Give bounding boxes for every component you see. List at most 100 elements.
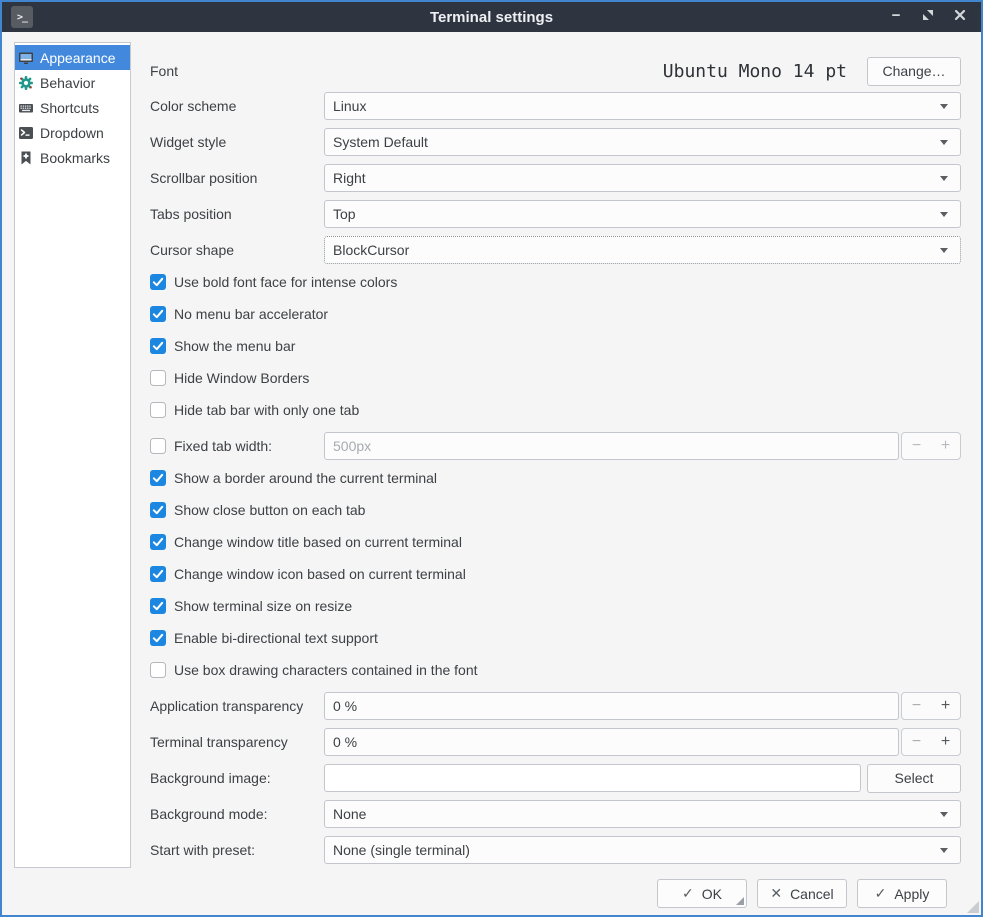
checkbox-label: Use bold font face for intense colors (174, 274, 397, 290)
use-box-drawing-characters-contained-in-the-font-checkbox-row[interactable]: Use box drawing characters contained in … (142, 660, 961, 680)
sidebar-item-label: Appearance (40, 50, 116, 66)
terminal-transparency-spinbox-field[interactable]: 0 % (324, 728, 899, 756)
fixed-tab-width-checkbox[interactable]: Fixed tab width: (150, 438, 324, 454)
checkbox-label: No menu bar accelerator (174, 306, 328, 322)
application-transparency-spinbox-field[interactable]: 0 % (324, 692, 899, 720)
select-background-image-button[interactable]: Select (867, 764, 961, 793)
cursor-shape-combobox[interactable]: BlockCursor (324, 236, 961, 264)
button-label: OK (702, 886, 722, 902)
sidebar-item-label: Behavior (40, 75, 95, 91)
display-icon (18, 50, 34, 66)
spin-increment-button[interactable]: + (931, 693, 960, 719)
change-window-title-based-on-current-terminal-checkbox-row[interactable]: Change window title based on current ter… (142, 532, 961, 552)
change-window-icon-based-on-current-terminal-checkbox-row[interactable]: Change window icon based on current term… (142, 564, 961, 584)
close-icon (954, 8, 966, 26)
combobox-value: Right (333, 170, 366, 186)
show-a-border-around-the-current-terminal-checkbox-row[interactable]: Show a border around the current termina… (142, 468, 961, 488)
sidebar-item-shortcuts[interactable]: Shortcuts (15, 95, 130, 120)
fixed-tab-width-spinbox-field[interactable]: 500px (324, 432, 899, 460)
show-terminal-size-on-resize-checkbox-row[interactable]: Show terminal size on resize (142, 596, 961, 616)
spin-increment-button[interactable]: + (931, 433, 960, 459)
checkbox-label: Enable bi-directional text support (174, 630, 378, 646)
color-scheme-row: Color scheme Linux (142, 92, 961, 120)
color-scheme-label: Color scheme (150, 98, 324, 114)
checkbox-checked-icon (150, 470, 166, 486)
fixed-tab-width-row: Fixed tab width:500px−+ (142, 432, 961, 460)
sidebar-item-bookmarks[interactable]: Bookmarks (15, 145, 130, 170)
scrollbar-position-combobox[interactable]: Right (324, 164, 961, 192)
show-close-button-on-each-tab-checkbox-row[interactable]: Show close button on each tab (142, 500, 961, 520)
combobox-value: BlockCursor (333, 242, 409, 258)
spin-decrement-button[interactable]: − (902, 433, 931, 459)
cursor-shape-row: Cursor shapeBlockCursor (142, 236, 961, 264)
terminal-settings-window: >_ Terminal settings AppearanceBehaviorS… (0, 0, 983, 917)
sidebar-item-label: Bookmarks (40, 150, 110, 166)
checkbox-checked-icon (150, 274, 166, 290)
no-menu-bar-accelerator-checkbox-row[interactable]: No menu bar accelerator (142, 304, 961, 324)
checkbox-unchecked-icon (150, 402, 166, 418)
sidebar-item-appearance[interactable]: Appearance (15, 45, 130, 70)
start-with-preset-combobox[interactable]: None (single terminal) (324, 836, 961, 864)
change-font-button[interactable]: Change… (867, 57, 961, 86)
gear-icon (18, 75, 34, 91)
background-mode-row: Background mode:None (142, 800, 961, 828)
combobox-value: Linux (333, 98, 366, 114)
form-rows: FontUbuntu Mono 14 ptChange…Color scheme… (142, 56, 961, 864)
spin-buttons: −+ (901, 432, 961, 460)
background-mode-combobox[interactable]: None (324, 800, 961, 828)
combobox-value: None (single terminal) (333, 842, 470, 858)
spin-buttons: −+ (901, 692, 961, 720)
chevron-down-icon (940, 176, 948, 181)
hide-tab-bar-with-only-one-tab-checkbox-row[interactable]: Hide tab bar with only one tab (142, 400, 961, 420)
maximize-button[interactable] (920, 9, 936, 25)
minimize-button[interactable] (888, 9, 904, 25)
close-button[interactable] (952, 9, 968, 25)
font-value: Ubuntu Mono 14 pt (324, 61, 847, 82)
scrollbar-position-row: Scrollbar position Right (142, 164, 961, 192)
apply-button[interactable]: ✓Apply (857, 879, 947, 908)
combobox-value: System Default (333, 134, 428, 150)
checkbox-label: Show terminal size on resize (174, 598, 352, 614)
maximize-icon (922, 8, 934, 26)
checkbox-checked-icon (150, 598, 166, 614)
terminal-transparency-label: Terminal transparency (150, 734, 324, 750)
color-scheme-combobox[interactable]: Linux (324, 92, 961, 120)
sidebar-item-dropdown[interactable]: Dropdown (15, 120, 130, 145)
checkbox-unchecked-icon (150, 662, 166, 678)
widget-style-row: Widget styleSystem Default (142, 128, 961, 156)
ok-button[interactable]: ✓ OK (657, 879, 747, 908)
widget-style-combobox[interactable]: System Default (324, 128, 961, 156)
window-title: Terminal settings (2, 9, 981, 26)
default-button-indicator (736, 897, 744, 905)
terminal-icon (18, 125, 34, 141)
hide-window-borders-checkbox-row[interactable]: Hide Window Borders (142, 368, 961, 388)
sidebar-item-behavior[interactable]: Behavior (15, 70, 130, 95)
checkbox-checked-icon (150, 630, 166, 646)
tabs-position-label: Tabs position (150, 206, 324, 222)
resize-grip[interactable] (967, 901, 979, 913)
check-icon: ✓ (682, 885, 694, 902)
start-with-preset-row: Start with preset: None (single terminal) (142, 836, 961, 864)
checkbox-checked-icon (150, 338, 166, 354)
chevron-down-icon (940, 104, 948, 109)
background-image-row: Background image: Select (142, 764, 961, 792)
font-row: FontUbuntu Mono 14 ptChange… (142, 56, 961, 86)
checkbox-label: Change window icon based on current term… (174, 566, 466, 582)
spin-increment-button[interactable]: + (931, 729, 960, 755)
background-image-input[interactable] (324, 764, 861, 792)
content-area: Appearance Behavior ShortcutsDropdown Bookm… (2, 32, 981, 908)
minimize-icon (890, 8, 902, 26)
use-bold-font-face-for-intense-colors-checkbox-row[interactable]: Use bold font face for intense colors (142, 272, 961, 292)
checkbox-label: Hide tab bar with only one tab (174, 402, 359, 418)
tabs-position-combobox[interactable]: Top (324, 200, 961, 228)
start-with-preset-label: Start with preset: (150, 842, 324, 858)
spin-decrement-button[interactable]: − (902, 693, 931, 719)
spin-decrement-button[interactable]: − (902, 729, 931, 755)
enable-bi-directional-text-support-checkbox-row[interactable]: Enable bi-directional text support (142, 628, 961, 648)
show-the-menu-bar-checkbox-row[interactable]: Show the menu bar (142, 336, 961, 356)
tabs-position-row: Tabs positionTop (142, 200, 961, 228)
cancel-button[interactable]: ✕Cancel (757, 879, 847, 908)
button-label: Cancel (790, 886, 834, 902)
background-image-label: Background image: (150, 770, 324, 786)
scrollbar-position-label: Scrollbar position (150, 170, 324, 186)
